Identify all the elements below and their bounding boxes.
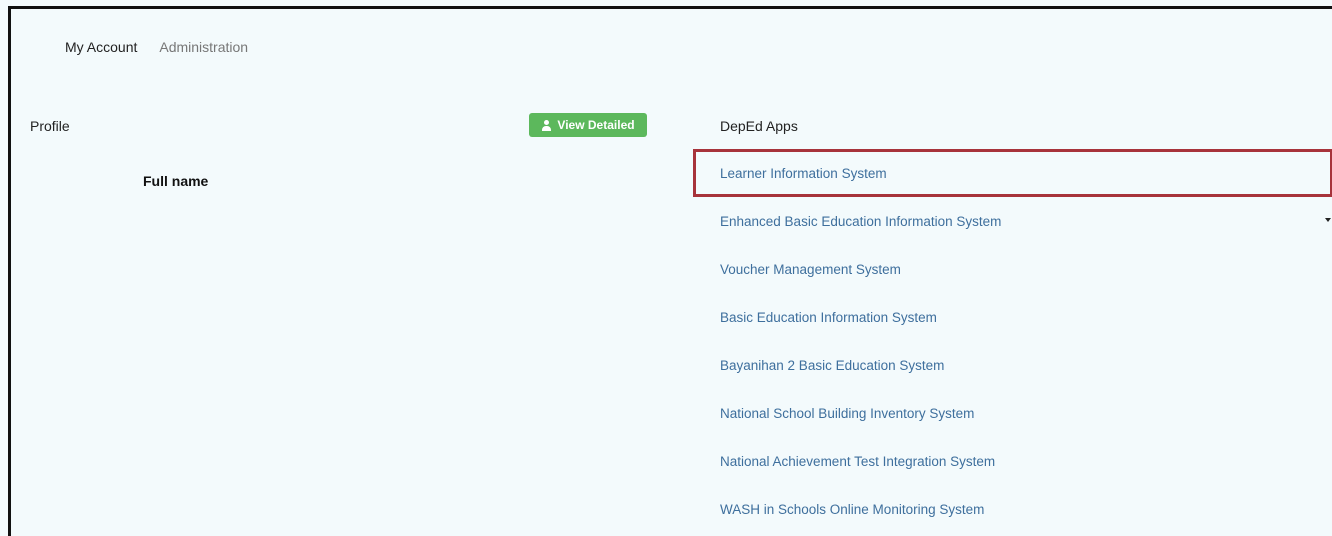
tab-administration[interactable]: Administration [159,39,248,55]
app-link-national-achievement-test-integration-system[interactable]: National Achievement Test Integration Sy… [693,437,1332,485]
page-frame: My Account Administration Profile View D… [8,6,1332,536]
top-tabs: My Account Administration [65,39,248,55]
app-link-learner-information-system[interactable]: Learner Information System [693,149,1332,197]
app-link-national-school-building-inventory-system[interactable]: National School Building Inventory Syste… [693,389,1332,437]
deped-apps-heading: DepEd Apps [720,118,798,134]
view-detailed-label: View Detailed [557,118,635,132]
apps-list: Learner Information System Enhanced Basi… [693,149,1332,533]
app-link-voucher-management-system[interactable]: Voucher Management System [693,245,1332,293]
profile-heading: Profile [30,118,70,134]
user-icon [541,119,552,131]
app-link-label: Enhanced Basic Education Information Sys… [720,213,1002,229]
app-link-wash-in-schools-online-monitoring-system[interactable]: WASH in Schools Online Monitoring System [693,485,1332,533]
app-link-bayanihan-2-basic-education-system[interactable]: Bayanihan 2 Basic Education System [693,341,1332,389]
full-name-label: Full name [143,173,209,189]
tab-my-account[interactable]: My Account [65,39,137,55]
app-link-enhanced-basic-education-information-system[interactable]: Enhanced Basic Education Information Sys… [693,197,1332,245]
caret-down-icon[interactable] [1325,218,1331,222]
app-link-basic-education-information-system[interactable]: Basic Education Information System [693,293,1332,341]
view-detailed-button[interactable]: View Detailed [529,113,647,137]
